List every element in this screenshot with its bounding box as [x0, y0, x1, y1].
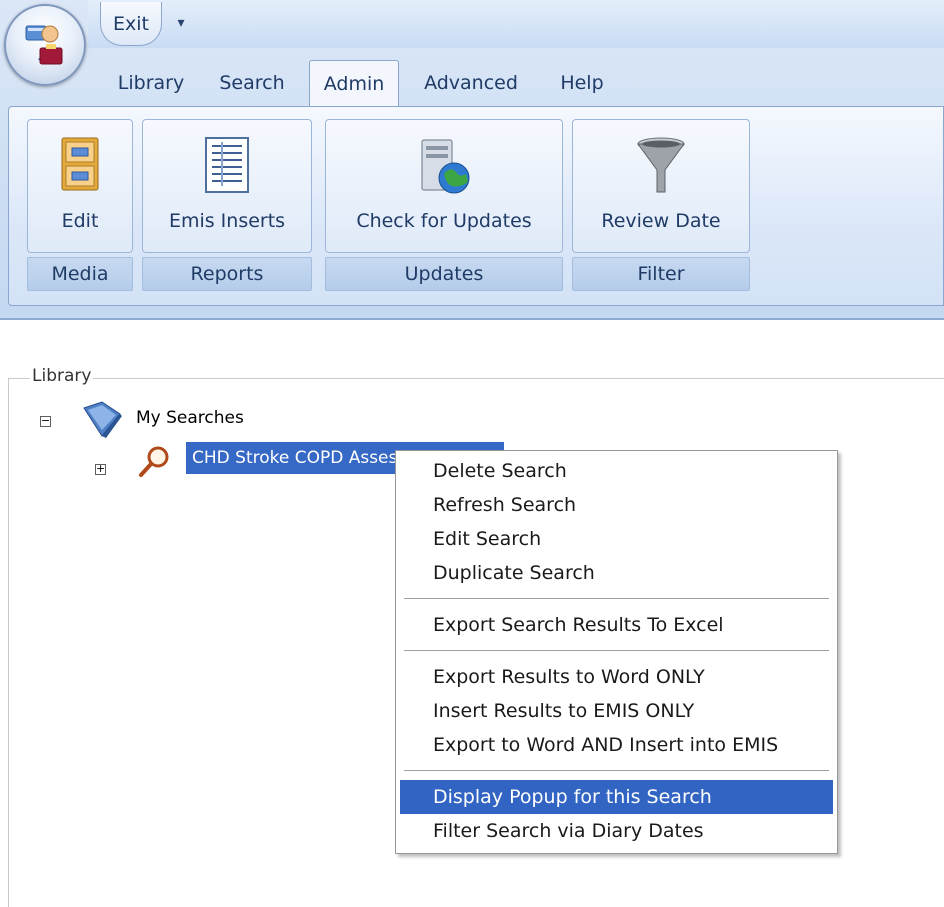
menu-item-export-word-only[interactable]: Export Results to Word ONLY	[400, 660, 833, 694]
menu-item-edit-search[interactable]: Edit Search	[400, 522, 833, 556]
ribbon-tabs: Library Search Admin Advanced Help	[0, 58, 944, 107]
ribbon-panel: Edit Media Emis Inserts Reports Check fo…	[8, 106, 944, 306]
ribbon-group-updates: Check for Updates Updates	[325, 119, 563, 293]
check-for-updates-button-label: Check for Updates	[356, 210, 532, 232]
menu-item-refresh-search[interactable]: Refresh Search	[400, 488, 833, 522]
ribbon: Exit ▾ Library Search Admin Advanced Hel…	[0, 0, 944, 320]
group-label-reports: Reports	[142, 257, 312, 291]
tab-search[interactable]: Search	[212, 62, 292, 104]
menu-item-delete-search[interactable]: Delete Search	[400, 454, 833, 488]
menu-separator	[404, 598, 829, 599]
quick-access-dropdown-icon[interactable]: ▾	[172, 10, 190, 36]
tab-admin[interactable]: Admin	[309, 60, 399, 107]
ribbon-group-reports: Emis Inserts Reports	[142, 119, 312, 293]
menu-item-export-word-and-insert-emis[interactable]: Export to Word AND Insert into EMIS	[400, 728, 833, 762]
ribbon-group-filter: Review Date Filter	[572, 119, 750, 293]
menu-separator	[404, 650, 829, 651]
magnifier-icon	[139, 446, 169, 477]
exit-button[interactable]: Exit	[100, 2, 162, 46]
tree-node-my-searches[interactable]: My Searches	[136, 408, 244, 428]
expand-toggle[interactable]: +	[95, 463, 106, 475]
document-list-icon	[205, 137, 249, 193]
ribbon-group-media: Edit Media	[27, 119, 133, 293]
group-label-filter: Filter	[572, 257, 750, 291]
emis-inserts-button[interactable]: Emis Inserts	[142, 119, 312, 253]
collapse-toggle[interactable]: −	[40, 415, 51, 427]
check-for-updates-button[interactable]: Check for Updates	[325, 119, 563, 253]
book-icon	[83, 401, 122, 438]
quick-access-toolbar	[88, 0, 944, 48]
tab-library[interactable]: Library	[112, 62, 190, 104]
server-globe-icon	[421, 139, 470, 194]
edit-button[interactable]: Edit	[27, 119, 133, 253]
menu-item-filter-via-diary-dates[interactable]: Filter Search via Diary Dates	[400, 814, 833, 848]
review-date-button-label: Review Date	[601, 210, 721, 232]
library-legend: Library	[30, 366, 94, 386]
group-label-media: Media	[27, 257, 133, 291]
menu-item-export-to-excel[interactable]: Export Search Results To Excel	[400, 608, 833, 642]
tab-help[interactable]: Help	[550, 62, 614, 104]
menu-item-duplicate-search[interactable]: Duplicate Search	[400, 556, 833, 590]
review-date-button[interactable]: Review Date	[572, 119, 750, 253]
menu-separator	[404, 770, 829, 771]
edit-button-label: Edit	[61, 210, 99, 232]
menu-item-insert-emis-only[interactable]: Insert Results to EMIS ONLY	[400, 694, 833, 728]
library-frame-top	[8, 378, 944, 379]
library-frame-left	[8, 378, 9, 907]
filing-cabinet-icon	[61, 137, 99, 191]
emis-inserts-button-label: Emis Inserts	[168, 210, 286, 232]
group-label-updates: Updates	[325, 257, 563, 291]
context-menu: Delete Search Refresh Search Edit Search…	[395, 450, 838, 854]
menu-item-display-popup[interactable]: Display Popup for this Search	[400, 780, 833, 814]
funnel-icon	[637, 137, 685, 193]
tab-advanced[interactable]: Advanced	[416, 62, 526, 104]
